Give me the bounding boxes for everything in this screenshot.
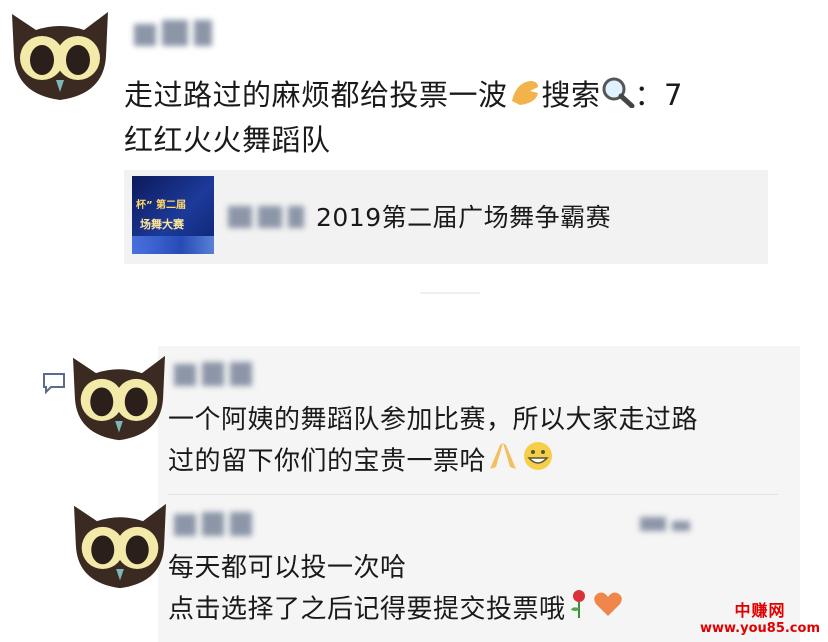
post-text: 走过路过的麻烦都给投票一波 搜索 ：7 红红火火舞蹈队 <box>124 74 814 161</box>
commenter-name-blurred <box>174 512 258 540</box>
link-thumbnail: 杯” 第二届 场舞大赛 <box>132 176 214 254</box>
commenter-name-blurred <box>174 362 258 390</box>
watermark: 中赚网 www.you85.com <box>700 597 820 636</box>
comment-text: 每天都可以投一次哈 点击选择了之后记得要提交投票哦 <box>168 548 624 632</box>
folded-hands-emoji-icon <box>486 441 520 483</box>
comment-bubble-icon <box>43 373 65 394</box>
blurred-text <box>640 516 696 535</box>
rose-emoji-icon <box>566 588 592 632</box>
shared-link-card[interactable]: 杯” 第二届 场舞大赛 2019第二届广场舞争霸赛 <box>124 170 768 264</box>
username-blurred <box>134 20 218 50</box>
raised-hand-emoji-icon <box>508 76 542 118</box>
owl-avatar-icon[interactable] <box>6 8 114 104</box>
divider <box>420 292 480 294</box>
owl-avatar-icon[interactable] <box>68 500 172 592</box>
link-title: 2019第二届广场舞争霸赛 <box>228 198 611 234</box>
heart-emoji-icon <box>592 590 624 630</box>
grin-face-emoji-icon <box>520 440 556 484</box>
comment-separator <box>168 494 778 495</box>
magnifier-emoji-icon <box>601 76 635 119</box>
blurred-text <box>228 205 310 234</box>
watermark-url: www.you85.com <box>699 621 820 636</box>
comment-text: 一个阿姨的舞蹈队参加比赛，所以大家走过路 过的留下你们的宝贵一票哈 <box>168 400 698 484</box>
watermark-brand: 中赚网 <box>734 601 786 620</box>
owl-avatar-icon[interactable] <box>66 352 172 444</box>
